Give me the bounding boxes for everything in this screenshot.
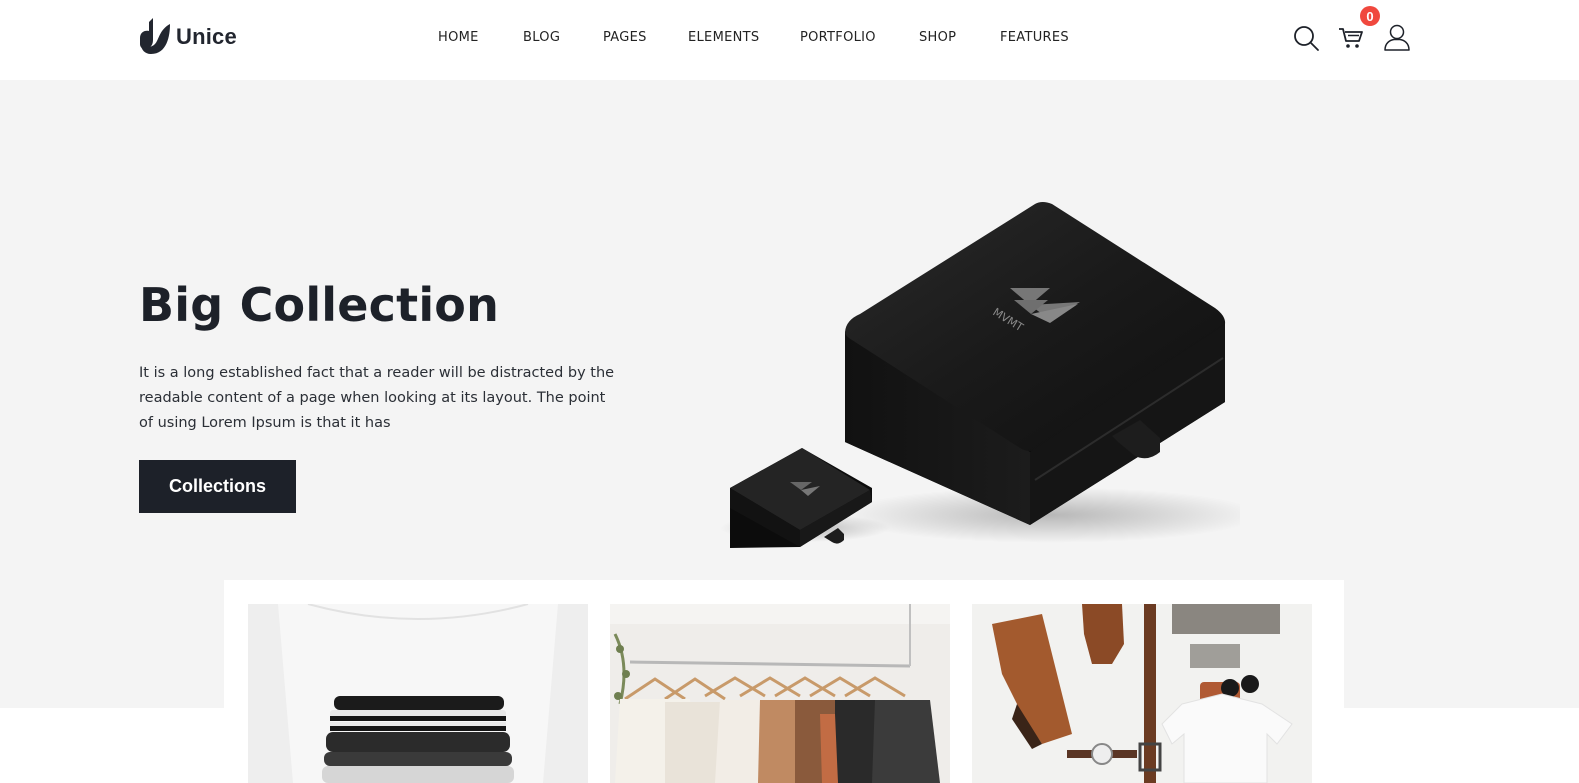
hero-title: Big Collection [139, 278, 500, 332]
collection-card-folded-clothes[interactable] [248, 604, 588, 783]
nav-item-shop[interactable]: SHOP [919, 30, 956, 45]
collection-card-accessories[interactable] [972, 604, 1312, 783]
collections-button[interactable]: Collections [139, 460, 296, 513]
site-header: Unice HOME BLOG PAGES ELEMENTS PORTFOLIO… [0, 0, 1579, 80]
collection-cards [224, 580, 1344, 783]
collection-card-clothes-rack[interactable] [610, 604, 950, 783]
nav-item-home[interactable]: HOME [438, 30, 479, 45]
cart-count-badge: 0 [1360, 6, 1380, 26]
hero-product-image: MVMT [720, 202, 1240, 548]
nav-item-portfolio[interactable]: PORTFOLIO [800, 30, 876, 45]
user-icon[interactable] [1383, 23, 1411, 51]
cart-icon[interactable] [1338, 26, 1364, 50]
nav-item-features[interactable]: FEATURES [1000, 30, 1069, 45]
search-icon[interactable] [1292, 24, 1320, 52]
nav-item-elements[interactable]: ELEMENTS [688, 30, 759, 45]
nav-item-blog[interactable]: BLOG [523, 30, 560, 45]
hero-description: It is a long established fact that a rea… [139, 365, 615, 431]
nav-item-pages[interactable]: PAGES [603, 30, 647, 45]
